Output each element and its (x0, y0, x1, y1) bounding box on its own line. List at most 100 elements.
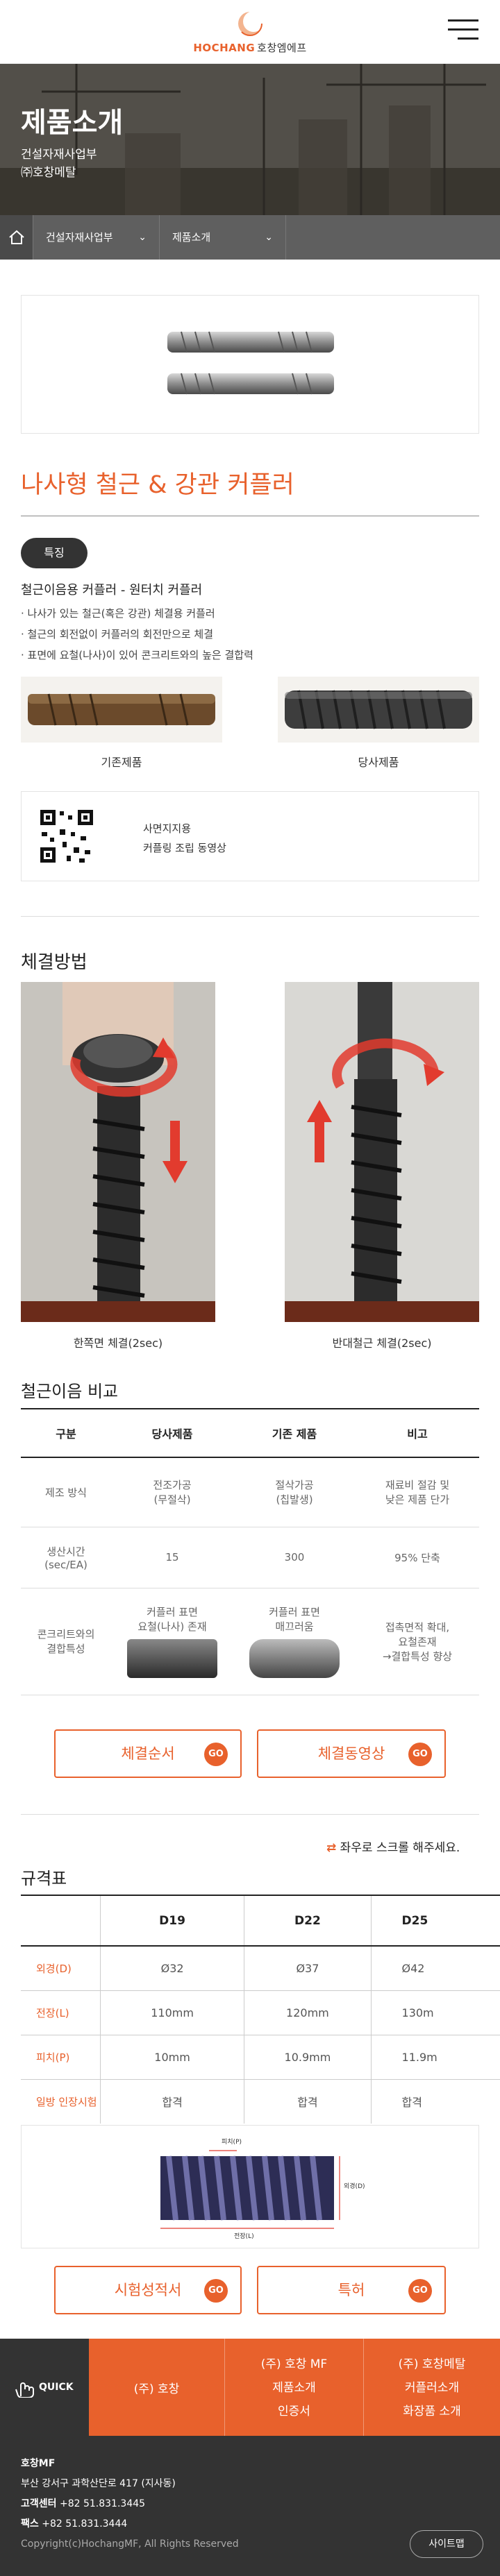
chevron-down-icon: ⌄ (265, 232, 273, 243)
spec-row-label: 일방 인장시험 (21, 2079, 101, 2124)
table-cell: 15 (111, 1527, 233, 1588)
our-product-caption: 당사제품 (358, 756, 399, 769)
footer-address: 부산 강서구 과학산단로 417 (지사동) (21, 2478, 176, 2489)
feature-item: · 표면에 요철(나사)이 있어 콘크리트와의 높은 결합력 (21, 649, 253, 661)
spec-row-label: 외경(D) (21, 1946, 101, 1991)
feature-heading: 철근이음용 커플러 - 원터치 커플러 (21, 583, 203, 598)
hero-line-1: 건설자재사업부 (21, 148, 97, 162)
qr-code-icon (39, 808, 94, 864)
table-row: 전장(L) 110mm 120mm 130m (21, 1990, 500, 2035)
footer-tel-label: 고객센터 (21, 2498, 57, 2509)
assembly-video-button[interactable]: 체결동영상 GO (257, 1729, 446, 1778)
table-cell: 접촉면적 확대, 요철존재 →결합특성 향상 (356, 1588, 479, 1695)
footer-fax-label: 팩스 (21, 2518, 39, 2530)
table-row: 생산시간 (sec/EA) 15 300 95% 단축 (21, 1527, 479, 1588)
table-cell: 제조 방식 (21, 1457, 111, 1527)
quick-label: QUICK (39, 2382, 74, 2393)
breadcrumb-select-page-label: 제품소개 (172, 231, 211, 244)
spec-table: D19 D22 D25 외경(D) Ø32 Ø37 Ø42 전장(L) 110mm 120… (21, 1895, 500, 2124)
go-badge: GO (408, 1743, 432, 1766)
qr-line-2: 커플링 조립 동영상 (143, 842, 226, 854)
table-cell: 10mm (99, 2035, 244, 2080)
table-cell: 130m (370, 1990, 500, 2035)
fastening-photo-right (285, 982, 479, 1322)
spec-table-scroll[interactable]: D19 D22 D25 외경(D) Ø32 Ø37 Ø42 전장(L) 110mm 120… (21, 1895, 500, 2124)
compare-title: 철근이음 비교 (21, 1382, 119, 1401)
table-row: 제조 방식 전조가공 (무절삭) 절삭가공 (칩발생) 재료비 절감 및 낮은 … (21, 1457, 479, 1527)
table-cell: 절삭가공 (칩발생) (233, 1457, 356, 1527)
logo-text: HOCHANG (193, 42, 256, 54)
table-cell: 120mm (244, 1990, 372, 2035)
existing-product-image (21, 677, 222, 743)
test-report-label: 시험성적서 (114, 2282, 182, 2298)
table-cell: 합격 (370, 2079, 500, 2124)
spec-col-header: D19 (99, 1895, 244, 1947)
quick-col-title[interactable]: (주) 호창메탈 (364, 2353, 500, 2376)
quick-links-bar: (주) 호창 (주) 호창 MF 제품소개 인증서 (주) 호창메탈 커플러소개… (89, 2339, 500, 2436)
compare-header: 기존 제품 (233, 1408, 356, 1458)
qr-video-card[interactable]: 사면지지용 커플링 조립 동영상 (21, 791, 479, 881)
our-product-image (278, 677, 479, 743)
table-cell: 95% 단축 (356, 1527, 479, 1588)
compare-header: 당사제품 (111, 1408, 233, 1458)
hero-banner: 제품소개 건설자재사업부 ㈜호창메탈 (0, 64, 500, 215)
assembly-video-label: 체결동영상 (317, 1745, 385, 1762)
coupler-dimension-diagram (160, 2150, 340, 2229)
coupler-product-image (167, 331, 334, 395)
quick-link-certificates[interactable]: 인증서 (225, 2400, 363, 2423)
table-row: 일방 인장시험 합격 합격 합격 (21, 2079, 500, 2124)
test-report-button[interactable]: 시험성적서 GO (54, 2266, 242, 2314)
footer-tel: +82 51.831.3445 (59, 2498, 146, 2509)
footer-fax: +82 51.831.3444 (42, 2518, 128, 2530)
site-footer: 호창MF 부산 강서구 과학산단로 417 (지사동) 고객센터 +82 51.… (0, 2436, 500, 2576)
table-cell: 생산시간 (sec/EA) (21, 1527, 111, 1588)
breadcrumb-select-page[interactable]: 제품소개 ⌄ (160, 215, 286, 260)
footer-copyright: Copyright(c)HochangMF, All Rights Reserv… (21, 2539, 239, 2550)
table-cell-text: 커플러 표면 매끄러움 (269, 1606, 320, 1633)
sitemap-button[interactable]: 사이트맵 (410, 2530, 483, 2558)
scroll-hint: ⇄ 좌우로 스크롤 해주세요. (326, 1838, 460, 1855)
table-row: 피치(P) 10mm 10.9mm 11.9m (21, 2035, 500, 2080)
table-row: 외경(D) Ø32 Ø37 Ø42 (21, 1946, 500, 1991)
logo[interactable]: HOCHANG 호창엠에프 (188, 8, 312, 57)
diagram-pitch-label: 피치(P) (222, 2139, 242, 2146)
quick-link-hochang[interactable]: (주) 호창 (89, 2339, 224, 2436)
logo-sub: 호창엠에프 (257, 42, 307, 54)
hero-line-2: ㈜호창메탈 (21, 166, 76, 180)
quick-link-coupler[interactable]: 커플러소개 (364, 2376, 500, 2400)
quick-link-products[interactable]: 제품소개 (225, 2376, 363, 2400)
quick-hand-icon (15, 2382, 34, 2398)
spec-row-label: 피치(P) (21, 2035, 101, 2080)
product-title: 나사형 철근 & 강관 커플러 (21, 471, 294, 499)
breadcrumb: 건설자재사업부 ⌄ 제품소개 ⌄ (0, 215, 500, 260)
patent-button[interactable]: 특허 GO (257, 2266, 446, 2314)
table-cell: 합격 (99, 2079, 244, 2124)
fastening-left-caption: 한쪽면 체결(2sec) (73, 1337, 163, 1350)
table-cell: 10.9mm (244, 2035, 372, 2080)
existing-product-caption: 기존제품 (101, 756, 142, 769)
breadcrumb-select-division[interactable]: 건설자재사업부 ⌄ (33, 215, 160, 260)
patent-label: 특허 (338, 2282, 365, 2298)
breadcrumb-select-division-label: 건설자재사업부 (46, 231, 113, 244)
fastening-title: 체결방법 (21, 952, 88, 973)
table-cell: Ø37 (244, 1946, 372, 1991)
assembly-order-label: 체결순서 (121, 1745, 175, 1762)
compare-table: 구분 당사제품 기존 제품 비고 제조 방식 전조가공 (무절삭) 절삭가공 (… (21, 1408, 479, 1695)
assembly-order-button[interactable]: 체결순서 GO (54, 1729, 242, 1778)
scroll-hint-text: 좌우로 스크롤 해주세요. (340, 1841, 460, 1855)
logo-mark-icon (235, 8, 265, 39)
qr-line-1: 사면지지용 (143, 822, 192, 835)
quick-col-title[interactable]: (주) 호창 MF (225, 2353, 363, 2376)
table-cell: 전조가공 (무절삭) (111, 1457, 233, 1527)
quick-link-cosmetics[interactable]: 화장품 소개 (364, 2400, 500, 2423)
hamburger-icon[interactable] (448, 19, 478, 44)
footer-company: 호창MF (21, 2458, 56, 2469)
home-icon[interactable] (0, 215, 33, 260)
product-image-card (21, 295, 479, 434)
divider (21, 916, 479, 917)
quick-link-hochang-label: (주) 호창 (133, 2382, 180, 2396)
spec-diagram-card: 피치(P) 외경(D) 전장(L) (21, 2125, 479, 2248)
go-badge: GO (204, 1743, 228, 1766)
spec-col-header: D25 (370, 1895, 500, 1947)
feature-item: · 나사가 있는 철근(혹은 강관) 체결용 커플러 (21, 607, 215, 620)
